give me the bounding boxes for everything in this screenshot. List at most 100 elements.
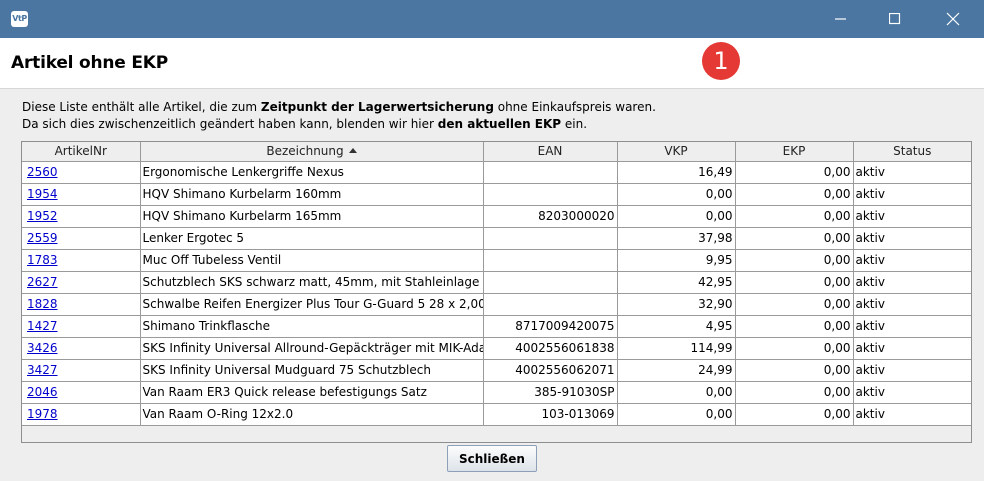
artikelnr-link[interactable]: 1952 [24,209,58,223]
cell-bezeichnung: Lenker Ergotec 5 [140,227,484,250]
table-row[interactable]: 1783 Muc Off Tubeless Ventil 9,95 0,00 aktiv [22,249,971,272]
cell-artikelnr: 3427 [22,359,141,382]
cell-bezeichnung: Ergonomische Lenkergriffe Nexus [140,161,484,184]
minimize-icon [835,18,846,20]
title-bar: VtP [0,0,984,38]
cell-bezeichnung: Van Raam O-Ring 12x2.0 [140,403,484,426]
cell-status: aktiv [853,271,971,294]
articles-table: ArtikelNr Bezeichnung EAN VKP EKP Status… [22,142,971,426]
cell-ekp: 0,00 [735,227,854,250]
cell-artikelnr: 2559 [22,227,141,250]
cell-status: aktiv [853,205,971,228]
minimize-button[interactable] [816,0,866,38]
cell-status: aktiv [853,293,971,316]
artikelnr-link[interactable]: 2560 [24,165,58,179]
table-row[interactable]: 1952 HQV Shimano Kurbelarm 165mm 820300002… [22,205,971,228]
cell-vkp: 42,95 [617,271,736,294]
cell-ean: 8203000020 [483,205,618,228]
cell-ean: 4002556062071 [483,359,618,382]
cell-vkp: 0,00 [617,183,736,206]
maximize-icon [889,13,901,25]
table-row[interactable]: 2559 Lenker Ergotec 5 37,98 0,00 aktiv [22,227,971,250]
table-row[interactable]: 2627 Schutzblech SKS schwarz matt, 45mm, … [22,271,971,294]
table-row[interactable]: 3426 SKS Infinity Universal Allround-Gepä… [22,337,971,360]
app-logo-icon: VtP [11,11,28,27]
artikelnr-link[interactable]: 2627 [24,275,58,289]
artikelnr-link[interactable]: 2046 [24,385,58,399]
cell-bezeichnung: HQV Shimano Kurbelarm 165mm [140,205,484,228]
cell-ekp: 0,00 [735,315,854,338]
cell-ekp: 0,00 [735,403,854,426]
cell-vkp: 9,95 [617,249,736,272]
cell-artikelnr: 1828 [22,293,141,316]
cell-artikelnr: 1952 [22,205,141,228]
artikelnr-link[interactable]: 1783 [24,253,58,267]
artikelnr-link[interactable]: 1427 [24,319,58,333]
cell-bezeichnung: Schwalbe Reifen Energizer Plus Tour G-Gu… [140,293,484,316]
cell-ean [483,183,618,206]
annotation-marker: 1 [702,42,740,80]
cell-ekp: 0,00 [735,359,854,382]
cell-ean: 385-91030SP [483,381,618,404]
dialog-header: Artikel ohne EKP [0,38,984,88]
table-header-row: ArtikelNr Bezeichnung EAN VKP EKP Status [22,142,971,162]
cell-artikelnr: 1954 [22,183,141,206]
cell-bezeichnung: Shimano Trinkflasche [140,315,484,338]
column-header-vkp[interactable]: VKP [617,142,736,162]
cell-vkp: 32,90 [617,293,736,316]
cell-ekp: 0,00 [735,271,854,294]
cell-ekp: 0,00 [735,337,854,360]
cell-artikelnr: 3426 [22,337,141,360]
info-text: Diese Liste enthält alle Artikel, die zu… [22,99,656,133]
cell-vkp: 24,99 [617,359,736,382]
cell-status: aktiv [853,161,971,184]
cell-vkp: 0,00 [617,381,736,404]
cell-status: aktiv [853,183,971,206]
cell-ean [483,293,618,316]
cell-ekp: 0,00 [735,293,854,316]
table-row[interactable]: 1954 HQV Shimano Kurbelarm 160mm 0,00 0,00 a… [22,183,971,206]
artikelnr-link[interactable]: 1954 [24,187,58,201]
cell-bezeichnung: Schutzblech SKS schwarz matt, 45mm, mit … [140,271,484,294]
close-icon [946,12,960,26]
cell-status: aktiv [853,381,971,404]
table-row[interactable]: 1978 Van Raam O-Ring 12x2.0 103-013069 0,00… [22,403,971,426]
artikelnr-link[interactable]: 2559 [24,231,58,245]
artikelnr-link[interactable]: 3426 [24,341,58,355]
cell-ean [483,161,618,184]
column-header-status[interactable]: Status [853,142,971,162]
maximize-button[interactable] [870,0,920,38]
table-row[interactable]: 3427 SKS Infinity Universal Mudguard 75 S… [22,359,971,382]
info-line-2: Da sich dies zwischenzeitlich geändert h… [22,117,588,131]
artikelnr-link[interactable]: 1828 [24,297,58,311]
cell-vkp: 0,00 [617,205,736,228]
cell-ean [483,271,618,294]
table-row[interactable]: 2046 Van Raam ER3 Quick release befestigu… [22,381,971,404]
sort-ascending-icon [348,148,357,154]
info-line-1: Diese Liste enthält alle Artikel, die zu… [22,100,656,114]
column-header-ekp[interactable]: EKP [735,142,854,162]
cell-ean: 103-013069 [483,403,618,426]
cell-vkp: 4,95 [617,315,736,338]
cell-bezeichnung: HQV Shimano Kurbelarm 160mm [140,183,484,206]
cell-bezeichnung: SKS Infinity Universal Mudguard 75 Schut… [140,359,484,382]
cell-artikelnr: 1783 [22,249,141,272]
cell-ekp: 0,00 [735,381,854,404]
column-header-bezeichnung[interactable]: Bezeichnung [140,142,484,162]
column-header-artikelnr[interactable]: ArtikelNr [22,142,141,162]
dialog-content: Diese Liste enthält alle Artikel, die zu… [0,88,984,481]
close-button[interactable]: Schließen [447,445,537,472]
cell-ean: 4002556061838 [483,337,618,360]
artikelnr-link[interactable]: 1978 [24,407,58,421]
artikelnr-link[interactable]: 3427 [24,363,58,377]
cell-bezeichnung: Van Raam ER3 Quick release befestigungs … [140,381,484,404]
cell-artikelnr: 2627 [22,271,141,294]
table-row[interactable]: 1828 Schwalbe Reifen Energizer Plus Tour … [22,293,971,316]
cell-ean [483,249,618,272]
close-window-button[interactable] [928,0,978,38]
cell-artikelnr: 1427 [22,315,141,338]
table-row[interactable]: 1427 Shimano Trinkflasche 8717009420075 4,9… [22,315,971,338]
table-row[interactable]: 2560 Ergonomische Lenkergriffe Nexus 16,49… [22,161,971,184]
column-header-ean[interactable]: EAN [483,142,618,162]
cell-ean: 8717009420075 [483,315,618,338]
